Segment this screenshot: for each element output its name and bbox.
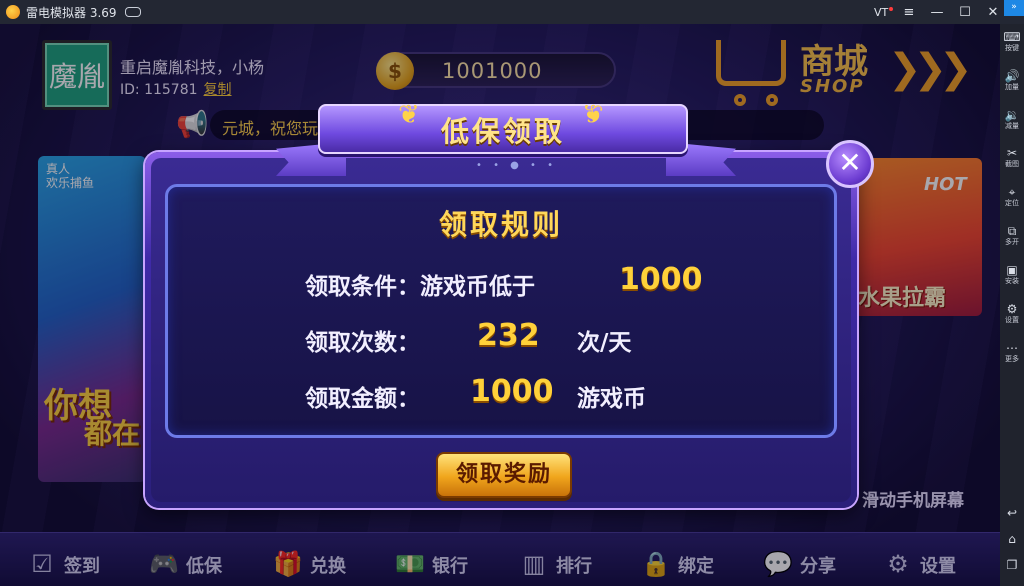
sidebar-item-location[interactable]: ⌖ 定位 bbox=[1000, 185, 1024, 208]
sidebar-item-label: 多开 bbox=[1005, 238, 1019, 246]
gear-icon: ⚙ bbox=[1006, 302, 1018, 316]
condition-row: 领取条件：游戏币低于 1000 bbox=[305, 262, 703, 301]
location-pin-icon: ⌖ bbox=[1008, 185, 1016, 199]
times-row: 领取次数： 232 次/天 bbox=[305, 318, 631, 357]
sidebar-item-label: 加量 bbox=[1005, 83, 1019, 91]
android-back-button[interactable]: ↩ bbox=[1000, 506, 1024, 520]
keyboard-icon: ⌨ bbox=[1003, 30, 1021, 44]
rules-title: 领取规则 bbox=[438, 208, 563, 241]
page-indicator-dots: • • ● • • bbox=[476, 160, 558, 171]
app-title: 雷电模拟器 3.69 bbox=[26, 5, 117, 20]
subsidy-dialog: 领取规则 领取条件：游戏币低于 1000 领取次数： 232 次/天 领取金额：… bbox=[145, 152, 857, 508]
sidebar-item-label: 设置 bbox=[1005, 316, 1019, 324]
home-icon: ⌂ bbox=[1008, 532, 1016, 546]
sidebar-collapse-button[interactable]: » bbox=[1004, 0, 1024, 16]
sidebar-item-settings[interactable]: ⚙ 设置 bbox=[1000, 302, 1024, 325]
dialog-header-ribbon: 低保领取 bbox=[318, 104, 688, 154]
sidebar-item-label: 定位 bbox=[1005, 199, 1019, 207]
condition-value: 1000 bbox=[619, 262, 703, 297]
amount-row: 领取金额： 1000 游戏币 bbox=[305, 374, 646, 413]
scissors-icon: ✂ bbox=[1006, 146, 1018, 160]
minimize-button[interactable]: — bbox=[930, 5, 944, 20]
amount-label: 领取金额： bbox=[305, 386, 420, 412]
sidebar-item-multi[interactable]: ⧉ 多开 bbox=[1000, 224, 1024, 247]
sidebar-item-label: 更多 bbox=[1005, 355, 1019, 363]
rules-panel: 领取规则 领取条件：游戏币低于 1000 领取次数： 232 次/天 领取金额：… bbox=[165, 184, 837, 438]
android-recent-button[interactable]: ❐ bbox=[1000, 558, 1024, 572]
more-dots-icon: ⋯ bbox=[1006, 341, 1018, 355]
laurel-right-icon: ❦ bbox=[582, 100, 604, 130]
amount-unit: 游戏币 bbox=[577, 386, 646, 412]
laurel-left-icon: ❦ bbox=[398, 100, 420, 130]
multi-window-icon: ⧉ bbox=[1007, 224, 1017, 238]
sidebar-item-label: 安装 bbox=[1005, 277, 1019, 285]
window-controls: VT ≡ — ☐ ✕ bbox=[874, 0, 1000, 24]
recent-apps-icon: ❐ bbox=[1006, 558, 1018, 572]
sidebar-item-more[interactable]: ⋯ 更多 bbox=[1000, 341, 1024, 364]
app-logo-icon bbox=[6, 5, 20, 19]
menu-icon[interactable]: ≡ bbox=[902, 5, 916, 20]
sidebar-item-label: 按键 bbox=[1005, 44, 1019, 52]
dialog-title: 低保领取 bbox=[440, 115, 565, 148]
dialog-body: 领取规则 领取条件：游戏币低于 1000 领取次数： 232 次/天 领取金额：… bbox=[151, 158, 851, 502]
sidebar-item-label: 减量 bbox=[1005, 122, 1019, 130]
sidebar-item-install[interactable]: ▣ 安装 bbox=[1000, 263, 1024, 286]
maximize-button[interactable]: ☐ bbox=[958, 5, 972, 20]
sidebar-item-volume-down[interactable]: 🔉 减量 bbox=[1000, 108, 1024, 131]
times-value: 232 bbox=[477, 318, 540, 353]
close-window-button[interactable]: ✕ bbox=[986, 5, 1000, 20]
sidebar-item-screenshot[interactable]: ✂ 截图 bbox=[1000, 146, 1024, 169]
times-label: 领取次数： bbox=[305, 330, 420, 356]
sidebar-item-label: 截图 bbox=[1005, 160, 1019, 168]
back-icon: ↩ bbox=[1006, 506, 1018, 520]
emulator-window: 雷电模拟器 3.69 VT ≡ — ☐ ✕ » ⌨ 按键 🔊 加量 🔉 减量 ✂… bbox=[0, 0, 1024, 586]
vt-indicator[interactable]: VT bbox=[874, 6, 893, 19]
apk-install-icon: ▣ bbox=[1006, 263, 1018, 277]
gamepad-icon[interactable] bbox=[124, 7, 141, 17]
emulator-sidebar: ⌨ 按键 🔊 加量 🔉 减量 ✂ 截图 ⌖ 定位 ⧉ 多开 ▣ 安装 ⚙ 设置 … bbox=[1000, 24, 1024, 586]
times-unit: 次/天 bbox=[577, 330, 632, 356]
amount-value: 1000 bbox=[470, 374, 554, 409]
volume-down-icon: 🔉 bbox=[1004, 108, 1020, 122]
emulator-titlebar: 雷电模拟器 3.69 VT ≡ — ☐ ✕ bbox=[0, 0, 1024, 24]
claim-reward-button[interactable]: 领取奖励 bbox=[436, 452, 572, 498]
close-dialog-button[interactable]: ✕ bbox=[826, 140, 874, 188]
android-home-button[interactable]: ⌂ bbox=[1000, 532, 1024, 546]
volume-up-icon: 🔊 bbox=[1004, 69, 1020, 83]
sidebar-item-keys[interactable]: ⌨ 按键 bbox=[1000, 30, 1024, 53]
condition-label: 领取条件：游戏币低于 bbox=[305, 274, 535, 300]
sidebar-item-volume-up[interactable]: 🔊 加量 bbox=[1000, 69, 1024, 92]
